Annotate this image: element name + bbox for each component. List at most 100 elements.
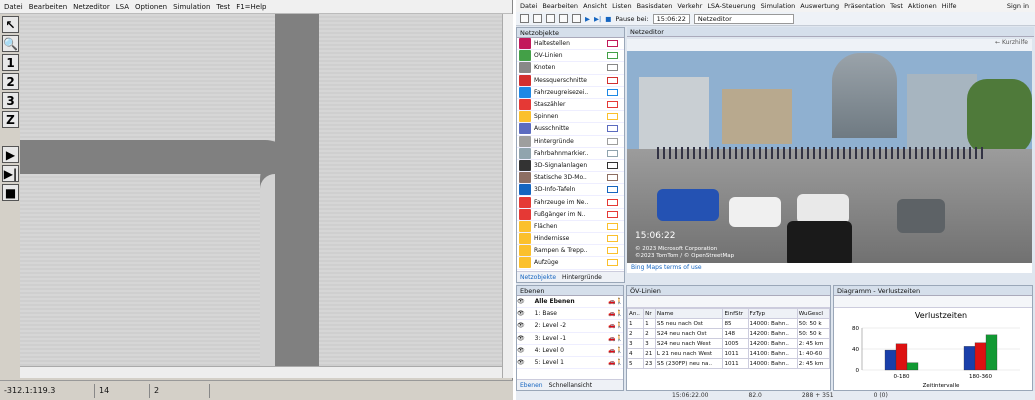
3d-simulation-view[interactable]: ← Kurzhilfe 15:06:22 © 2023 Microsoft Co…: [627, 39, 1032, 273]
right-menu-item[interactable]: Simulation: [761, 2, 796, 10]
eye-icon[interactable]: 👁: [517, 310, 525, 317]
netzobjekt-row[interactable]: ÖV-Linien: [517, 50, 624, 63]
tab-schnellansicht[interactable]: Schnellansicht: [549, 382, 592, 389]
netzobjekt-swatch[interactable]: [607, 88, 618, 96]
netzobjekt-row[interactable]: Haltestellen: [517, 38, 624, 51]
table-row[interactable]: 1 1 S5 neu nach Ost 85 14000: Bahn.. 50: 50 k: [627, 318, 830, 329]
netzobjekt-swatch[interactable]: [607, 125, 618, 133]
right-menu-item[interactable]: Datei: [520, 2, 537, 10]
right-menu-item[interactable]: Aktionen: [908, 2, 937, 10]
left-tool-button[interactable]: 1: [2, 54, 19, 71]
oev-col-header[interactable]: FzTyp: [747, 308, 798, 319]
table-row[interactable]: 5 23 S5 (230FP) neu na.. 1011 14000: Bahn.. 2…: [627, 358, 830, 369]
ebene-row[interactable]: 👁 Alle Ebenen 🚗 🚶: [517, 296, 623, 309]
oev-col-header[interactable]: Name: [654, 308, 724, 319]
oev-col-header[interactable]: WuGescl: [796, 308, 830, 319]
eye-icon[interactable]: 👁: [517, 347, 525, 354]
redo-icon[interactable]: [572, 14, 581, 23]
right-menu-item[interactable]: Bearbeiten: [542, 2, 578, 10]
ebene-row[interactable]: 👁 1: Base 🚗 🚶: [517, 308, 623, 321]
left-menu-item[interactable]: Bearbeiten: [29, 3, 67, 11]
left-tool-button[interactable]: ▶|: [2, 165, 19, 182]
mode-select[interactable]: Netzeditor: [693, 13, 794, 24]
ebene-row[interactable]: 👁 3: Level -1 🚗 🚶: [517, 333, 623, 345]
netzobjekt-swatch[interactable]: [607, 52, 618, 60]
netzobjekt-swatch[interactable]: [607, 186, 618, 194]
ebene-row[interactable]: 👁 4: Level 0 🚗 🚶: [517, 345, 623, 357]
oev-col-header[interactable]: EinfStr: [722, 308, 749, 319]
netzobjekt-row[interactable]: Staszähler: [517, 99, 624, 112]
left-menu-item[interactable]: Optionen: [135, 3, 167, 11]
left-menu-item[interactable]: F1=Help: [236, 3, 266, 11]
left-tool-button[interactable]: 3: [2, 92, 19, 109]
netzobjekt-swatch[interactable]: [607, 174, 618, 182]
netzobjekt-swatch[interactable]: [607, 210, 618, 218]
new-icon[interactable]: [520, 14, 529, 23]
eye-icon[interactable]: 👁: [517, 335, 525, 342]
netzobjekt-row[interactable]: Flächen: [517, 220, 624, 233]
netzobjekt-swatch[interactable]: [607, 137, 618, 145]
right-menu-item[interactable]: Hilfe: [942, 2, 957, 10]
ebene-row[interactable]: 👁 5: Level 1 🚗 🚶: [517, 357, 623, 370]
netzobjekt-row[interactable]: 3D-Signalanlagen: [517, 159, 624, 173]
tab-netzobjekte[interactable]: Netzobjekte: [520, 274, 556, 281]
left-tool-button[interactable]: 🔍: [2, 35, 19, 52]
ebene-row[interactable]: 👁 2: Level -2 🚗 🚶: [517, 320, 623, 333]
netzobjekt-swatch[interactable]: [607, 113, 618, 121]
netzobjekt-row[interactable]: Spinnen: [517, 111, 624, 124]
netzobjekt-swatch[interactable]: [607, 64, 618, 72]
left-menu-item[interactable]: Datei: [4, 3, 23, 11]
stop-icon[interactable]: ■: [605, 15, 611, 23]
netzobjekt-swatch[interactable]: [607, 76, 618, 84]
netzobjekt-row[interactable]: Statische 3D-Mo..: [517, 172, 624, 185]
table-row[interactable]: 4 21 L 21 neu nach West 1011 14100: Bahn.. 1:…: [627, 348, 830, 359]
left-tool-button[interactable]: ▶: [2, 146, 19, 163]
netzobjekt-row[interactable]: Rampen & Trepp..: [517, 245, 624, 258]
netzobjekt-row[interactable]: Fahrzeugreisezei..: [517, 86, 624, 99]
netzobjekt-swatch[interactable]: [607, 101, 618, 109]
netzobjekt-row[interactable]: Ausschnitte: [517, 123, 624, 136]
right-menu-item[interactable]: LSA-Steuerung: [707, 2, 755, 10]
left-tool-button[interactable]: 2: [2, 73, 19, 90]
right-menu-item[interactable]: Auswertung: [800, 2, 839, 10]
left-menu-item[interactable]: Test: [216, 3, 230, 11]
right-menu-item[interactable]: Ansicht: [583, 2, 607, 10]
save-icon[interactable]: [546, 14, 555, 23]
netzobjekt-row[interactable]: Fahrbahnmarkier..: [517, 147, 624, 160]
right-menu-item[interactable]: Basisdaten: [637, 2, 673, 10]
step-icon[interactable]: ▶|: [594, 15, 601, 23]
left-menu-item[interactable]: LSA: [116, 3, 129, 11]
left-menu-item[interactable]: Simulation: [173, 3, 210, 11]
table-row[interactable]: 2 2 S24 neu nach Ost 148 14200: Bahn.. 50: 50…: [627, 328, 830, 339]
open-icon[interactable]: [533, 14, 542, 23]
netzobjekt-row[interactable]: Fahrzeuge im Ne..: [517, 196, 624, 209]
netzobjekt-row[interactable]: Knoten: [517, 62, 624, 75]
netzobjekt-swatch[interactable]: [607, 161, 618, 169]
left-tool-button[interactable]: Z: [2, 111, 19, 128]
netzobjekt-row[interactable]: 3D-Info-Tafeln: [517, 184, 624, 197]
right-menu-item[interactable]: Präsentation: [844, 2, 885, 10]
netzobjekt-swatch[interactable]: [607, 40, 618, 48]
tab-ebenen[interactable]: Ebenen: [520, 382, 543, 389]
netzobjekt-row[interactable]: Aufzüge: [517, 257, 624, 270]
netzobjekt-row[interactable]: Hintergründe: [517, 135, 624, 148]
eye-icon[interactable]: 👁: [517, 359, 525, 366]
left-tool-button[interactable]: ■: [2, 184, 19, 201]
netzobjekt-swatch[interactable]: [607, 259, 618, 267]
pause-time-input[interactable]: 15:06:22: [652, 13, 690, 24]
sign-in-link[interactable]: Sign in: [1007, 2, 1035, 10]
netzobjekt-swatch[interactable]: [607, 247, 618, 255]
right-menu-item[interactable]: Verkehr: [677, 2, 702, 10]
right-menu-item[interactable]: Test: [890, 2, 903, 10]
bing-terms-link[interactable]: Bing Maps terms of use: [627, 263, 1032, 273]
eye-icon[interactable]: 👁: [517, 298, 525, 305]
netzobjekt-swatch[interactable]: [607, 149, 618, 157]
tab-hintergruende[interactable]: Hintergründe: [562, 274, 602, 281]
table-row[interactable]: 3 3 S24 neu nach West 1005 14200: Bahn.. 2: 4…: [627, 338, 830, 349]
netzobjekt-swatch[interactable]: [607, 222, 618, 230]
left-menu-item[interactable]: Netzeditor: [73, 3, 110, 11]
oev-col-header[interactable]: Nr: [643, 308, 656, 319]
left-network-canvas[interactable]: [20, 14, 502, 378]
netzobjekt-row[interactable]: Messquerschnitte: [517, 74, 624, 87]
netzobjekt-swatch[interactable]: [607, 235, 618, 243]
